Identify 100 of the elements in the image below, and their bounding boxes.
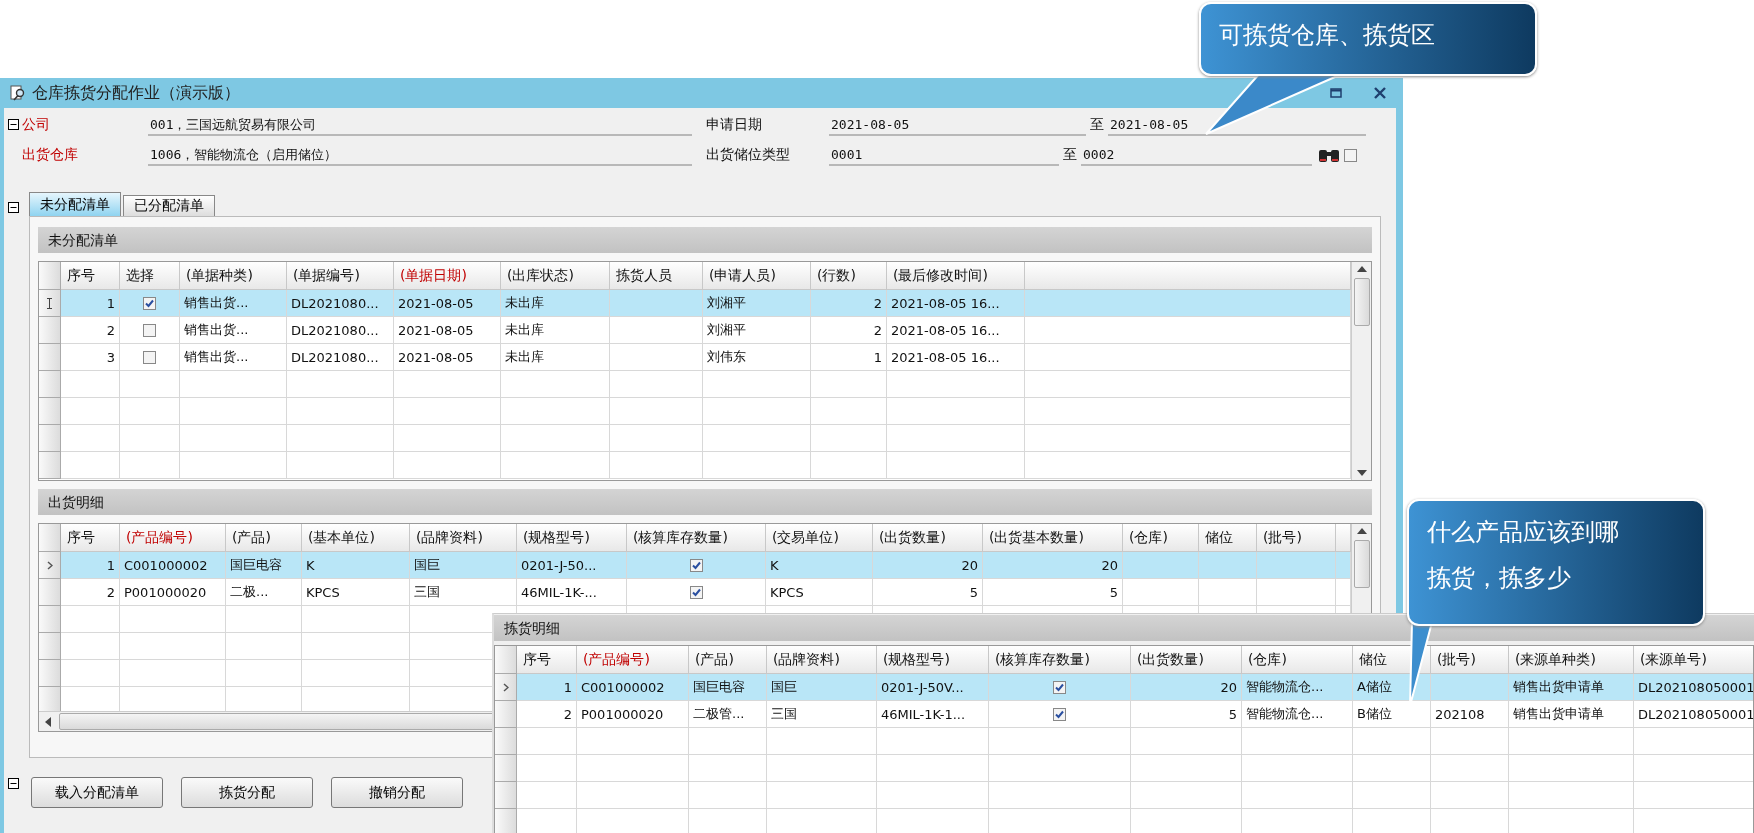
column-header[interactable]: (申请人员)	[703, 262, 811, 290]
column-header[interactable]: 序号	[61, 524, 120, 552]
tab[interactable]: 已分配清单	[123, 195, 215, 216]
checkbox[interactable]	[143, 350, 156, 364]
tab[interactable]: 未分配清单	[29, 192, 121, 216]
column-header[interactable]: (核算库存数量)	[627, 524, 766, 552]
table-cell: 未出库	[505, 321, 544, 339]
column-header[interactable]: (仓库)	[1242, 646, 1353, 674]
table-cell: 销售出货申请单	[1513, 678, 1604, 696]
column-header[interactable]: 拣货人员	[610, 262, 703, 290]
column-header[interactable]: 选择	[120, 262, 180, 290]
table-cell: 2	[873, 295, 882, 311]
table-row[interactable]: 1 C001000002 国巨电容 国巨 0201-J-50V... 20 智能物流仓... A储位 销售出货申请单 DL202108050001	[495, 674, 1753, 701]
input-field[interactable]: 1006，智能物流仓（启用储位）	[148, 144, 692, 166]
checkbox[interactable]	[689, 558, 703, 572]
vertical-scrollbar[interactable]	[1351, 262, 1371, 480]
column-header[interactable]: (规格型号)	[517, 524, 627, 552]
checkbox[interactable]	[143, 296, 156, 310]
column-header[interactable]: (产品编号)	[577, 646, 689, 674]
table-row[interactable]: 2 P001000020 二极... KPCS 三国 46MIL-1K-... KPCS 5 5	[39, 579, 1351, 606]
checkbox[interactable]	[143, 323, 156, 337]
text-cursor-icon	[47, 297, 52, 309]
column-header[interactable]: (批号)	[1431, 646, 1509, 674]
checkbox[interactable]	[689, 585, 703, 599]
column-header[interactable]: (来源单种类)	[1509, 646, 1634, 674]
grid-cell	[120, 425, 180, 452]
table-cell: 2021-08-05	[398, 295, 474, 311]
input-field[interactable]: 001，三国远航贸易有限公司	[148, 114, 692, 136]
table-cell: DL2021080...	[291, 322, 379, 338]
column-header[interactable]: (出货基本数量)	[983, 524, 1123, 552]
table-row[interactable]: 1 销售出货... DL2021080... 2021-08-05 未出库 刘湘平 2 2021-08-05 16...	[39, 290, 1351, 317]
column-header[interactable]: 序号	[61, 262, 120, 290]
grid-cell	[120, 371, 180, 398]
column-header[interactable]: (单据日期)	[394, 262, 501, 290]
section-header: 未分配清单	[38, 227, 1372, 253]
callout-bubble: 什么产品应该到哪 拣货，拣多少	[1407, 499, 1705, 626]
column-header[interactable]: (品牌资料)	[410, 524, 517, 552]
column-header[interactable]: (最后修改时间)	[887, 262, 1025, 290]
checkbox[interactable]	[1053, 680, 1066, 694]
row-header[interactable]	[39, 290, 61, 317]
column-header[interactable]: (产品)	[226, 524, 302, 552]
table-cell: 0201-J-50V...	[881, 679, 964, 695]
scroll-left-icon[interactable]	[45, 716, 51, 727]
grid-cell	[61, 606, 120, 633]
app-icon	[10, 85, 26, 101]
column-header[interactable]: (单据编号)	[287, 262, 394, 290]
input-field[interactable]: 0001	[829, 144, 1059, 166]
table-cell: 2	[106, 584, 115, 600]
scroll-thumb[interactable]	[1353, 540, 1370, 588]
table-cell: 1	[873, 349, 882, 365]
column-header[interactable]: (出货数量)	[873, 524, 983, 552]
table-row[interactable]: 1 C001000002 国巨电容 K 国巨 0201-J-50... K 20 20	[39, 552, 1351, 579]
column-header[interactable]: (规格型号)	[877, 646, 989, 674]
scroll-up-icon[interactable]	[1356, 528, 1367, 534]
column-header[interactable]: (产品编号)	[120, 524, 226, 552]
column-header[interactable]: (产品)	[689, 646, 767, 674]
maximize-icon[interactable]	[1330, 88, 1342, 98]
checkbox[interactable]	[1344, 148, 1357, 162]
column-header[interactable]: (品牌资料)	[767, 646, 877, 674]
table-cell: C001000002	[581, 679, 665, 695]
column-header[interactable]: 储位	[1199, 524, 1257, 552]
action-button[interactable]: 拣货分配	[181, 777, 313, 808]
table-row[interactable]: 2 销售出货... DL2021080... 2021-08-05 未出库 刘湘平 2 2021-08-05 16...	[39, 317, 1351, 344]
column-header[interactable]: (批号)	[1257, 524, 1336, 552]
table-cell: 智能物流仓...	[1246, 705, 1324, 723]
action-button[interactable]: 撤销分配	[331, 777, 463, 808]
column-header[interactable]: (出库状态)	[501, 262, 610, 290]
table-cell: 刘湘平	[707, 294, 746, 312]
collapse-icon[interactable]	[8, 778, 19, 789]
table-cell: 46MIL-1K-...	[521, 584, 597, 600]
input-field[interactable]: 2021-08-05	[829, 114, 1086, 136]
table-row[interactable]: 3 销售出货... DL2021080... 2021-08-05 未出库 刘伟东 1 2021-08-05 16...	[39, 344, 1351, 371]
binoculars-icon[interactable]	[1318, 147, 1340, 163]
scroll-thumb[interactable]	[1353, 278, 1370, 326]
table-cell: DL202108050001	[1638, 679, 1753, 695]
collapse-icon[interactable]	[8, 202, 19, 213]
table-cell: 3	[106, 349, 115, 365]
column-header[interactable]: (单据种类)	[180, 262, 287, 290]
table-cell: K	[770, 557, 779, 573]
collapse-icon[interactable]	[8, 118, 19, 130]
column-header[interactable]: 序号	[517, 646, 577, 674]
table-cell: 2	[563, 706, 572, 722]
window-title: 仓库拣货分配作业（演示版）	[32, 82, 240, 104]
scroll-down-icon[interactable]	[1356, 470, 1367, 476]
input-field[interactable]: 0002	[1081, 144, 1312, 166]
column-header[interactable]: (出货数量)	[1131, 646, 1242, 674]
checkbox[interactable]	[1053, 707, 1066, 721]
table-cell: 二极管...	[693, 705, 745, 723]
column-header[interactable]: (行数)	[811, 262, 887, 290]
table-cell: 三国	[771, 705, 797, 723]
close-icon[interactable]	[1374, 87, 1386, 99]
scroll-up-icon[interactable]	[1356, 266, 1367, 272]
column-header[interactable]: (仓库)	[1123, 524, 1199, 552]
column-header[interactable]: (交易单位)	[766, 524, 873, 552]
column-header[interactable]: (核算库存数量)	[989, 646, 1131, 674]
table-row[interactable]: 2 P001000020 二极管... 三国 46MIL-1K-1... 5 智能物流仓... B储位 202108 销售出货申请单 DL202108050001	[495, 701, 1753, 728]
table-cell: 2021-08-05	[398, 349, 474, 365]
table-cell: 1	[106, 295, 115, 311]
action-button[interactable]: 载入分配清单	[31, 777, 163, 808]
column-header[interactable]: (基本单位)	[302, 524, 410, 552]
